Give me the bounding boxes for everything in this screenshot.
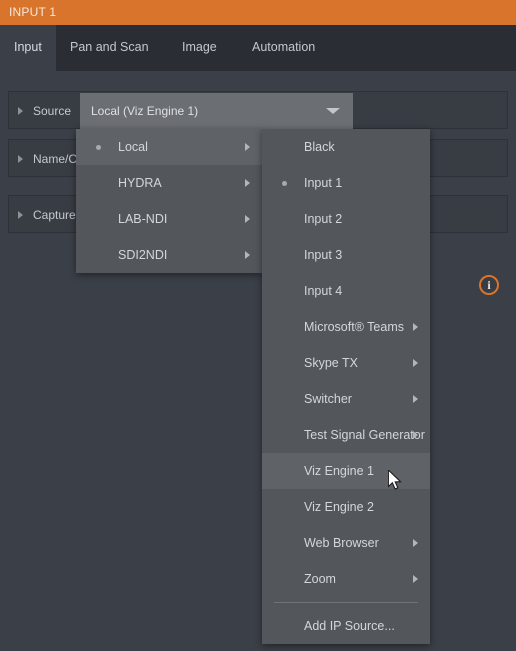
menu-item-label: LAB-NDI bbox=[118, 212, 168, 226]
menu-item-switcher[interactable]: Switcher bbox=[262, 381, 430, 417]
menu-item-label: Viz Engine 1 bbox=[304, 464, 374, 478]
chevron-right-icon bbox=[413, 431, 418, 439]
tab-label: Input bbox=[14, 40, 42, 54]
menu-item-add-ip-source[interactable]: Add IP Source... bbox=[262, 608, 430, 644]
info-icon-glyph: i bbox=[487, 278, 491, 292]
menu-item-label: Input 4 bbox=[304, 284, 343, 298]
menu-item-label: Add IP Source... bbox=[304, 619, 395, 633]
menu-item-label: HYDRA bbox=[118, 176, 162, 190]
tab-label: Pan and Scan bbox=[70, 40, 149, 54]
source-menu-level-2: Black Input 1 Input 2 Input 3 Input 4 Microso… bbox=[262, 129, 430, 644]
window-title-bar: INPUT 1 bbox=[0, 0, 516, 25]
tab-label: Automation bbox=[252, 40, 316, 54]
tab-label: Image bbox=[182, 40, 217, 54]
chevron-right-icon bbox=[245, 215, 250, 223]
menu-item-label: Zoom bbox=[304, 572, 336, 586]
menu-item-label: SDI2NDI bbox=[118, 248, 168, 262]
tab-pan-and-scan[interactable]: Pan and Scan bbox=[56, 25, 163, 71]
menu-item-sdi2ndi[interactable]: SDI2NDI bbox=[76, 237, 262, 273]
menu-item-label: Input 1 bbox=[304, 176, 343, 190]
menu-item-skype-tx[interactable]: Skype TX bbox=[262, 345, 430, 381]
source-dropdown-value: Local (Viz Engine 1) bbox=[91, 104, 199, 118]
menu-item-test-signal-generator[interactable]: Test Signal Generator bbox=[262, 417, 430, 453]
menu-item-label: Skype TX bbox=[304, 356, 358, 370]
menu-item-local[interactable]: Local bbox=[76, 129, 262, 165]
menu-item-label: Input 3 bbox=[304, 248, 343, 262]
disclosure-triangle-icon[interactable] bbox=[18, 211, 23, 219]
chevron-right-icon bbox=[245, 143, 250, 151]
menu-item-input-3[interactable]: Input 3 bbox=[262, 237, 430, 273]
menu-item-hydra[interactable]: HYDRA bbox=[76, 165, 262, 201]
name-color-label: Name/C bbox=[33, 152, 78, 166]
menu-item-label: Local bbox=[118, 140, 148, 154]
menu-item-label: Viz Engine 2 bbox=[304, 500, 374, 514]
menu-item-web-browser[interactable]: Web Browser bbox=[262, 525, 430, 561]
tab-bar: Input Pan and Scan Image Automation bbox=[0, 25, 516, 71]
menu-item-zoom[interactable]: Zoom bbox=[262, 561, 430, 597]
menu-item-input-2[interactable]: Input 2 bbox=[262, 201, 430, 237]
chevron-right-icon bbox=[245, 251, 250, 259]
menu-item-label: Black bbox=[304, 140, 335, 154]
window-title: INPUT 1 bbox=[9, 5, 57, 19]
menu-item-microsoft-teams[interactable]: Microsoft® Teams bbox=[262, 309, 430, 345]
chevron-right-icon bbox=[413, 359, 418, 367]
source-label: Source bbox=[33, 104, 72, 118]
disclosure-triangle-icon[interactable] bbox=[18, 107, 23, 115]
chevron-right-icon bbox=[413, 575, 418, 583]
chevron-down-icon bbox=[326, 108, 340, 114]
menu-item-label: Test Signal Generator bbox=[304, 428, 425, 442]
capture-label: Capture bbox=[33, 208, 76, 222]
chevron-right-icon bbox=[245, 179, 250, 187]
menu-item-label: Switcher bbox=[304, 392, 352, 406]
chevron-right-icon bbox=[413, 539, 418, 547]
menu-separator bbox=[274, 602, 418, 603]
menu-item-label: Web Browser bbox=[304, 536, 379, 550]
chevron-right-icon bbox=[413, 323, 418, 331]
menu-item-label: Microsoft® Teams bbox=[304, 320, 404, 334]
selected-bullet-icon bbox=[96, 145, 101, 150]
menu-item-input-4[interactable]: Input 4 bbox=[262, 273, 430, 309]
property-row-source: Source Local (Viz Engine 1) bbox=[8, 91, 508, 129]
chevron-right-icon bbox=[413, 395, 418, 403]
menu-item-black[interactable]: Black bbox=[262, 129, 430, 165]
disclosure-triangle-icon[interactable] bbox=[18, 155, 23, 163]
tab-input[interactable]: Input bbox=[0, 25, 56, 71]
menu-item-label: Input 2 bbox=[304, 212, 343, 226]
menu-item-input-1[interactable]: Input 1 bbox=[262, 165, 430, 201]
menu-item-viz-engine-1[interactable]: Viz Engine 1 bbox=[262, 453, 430, 489]
menu-item-viz-engine-2[interactable]: Viz Engine 2 bbox=[262, 489, 430, 525]
tab-image[interactable]: Image bbox=[168, 25, 231, 71]
source-menu-level-1: Local HYDRA LAB-NDI SDI2NDI bbox=[76, 129, 262, 273]
menu-item-lab-ndi[interactable]: LAB-NDI bbox=[76, 201, 262, 237]
source-dropdown[interactable]: Local (Viz Engine 1) bbox=[80, 93, 353, 129]
selected-bullet-icon bbox=[282, 181, 287, 186]
info-icon[interactable]: i bbox=[479, 275, 499, 295]
tab-automation[interactable]: Automation bbox=[238, 25, 329, 71]
